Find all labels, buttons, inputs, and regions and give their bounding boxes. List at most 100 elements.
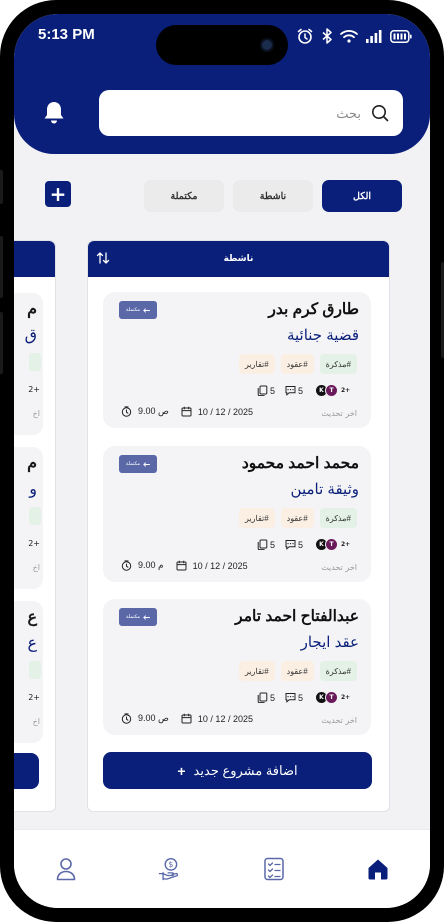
- status-badge-label: مكتملة: [125, 461, 141, 467]
- avatar-group[interactable]: K T 2+: [315, 691, 350, 704]
- bottom-nav: $: [14, 829, 430, 908]
- app-header: 5:13 PM: [14, 14, 430, 154]
- more-members-count: 2+: [341, 694, 351, 701]
- adjacent-card-type: ق: [24, 327, 37, 344]
- volume-down-button: [0, 312, 3, 374]
- adjacent-card-tag: [29, 661, 41, 679]
- nav-finance-icon[interactable]: $: [158, 856, 182, 882]
- avatar: T: [325, 691, 338, 704]
- last-updated-datetime: 9.00 ص 10 / 12 / 2025: [121, 713, 253, 724]
- adjacent-card-name: ع: [27, 609, 37, 626]
- comment-icon: [285, 540, 296, 550]
- comments-count[interactable]: 5: [285, 539, 303, 550]
- tab-completed[interactable]: مكتملة: [144, 180, 224, 212]
- add-button[interactable]: +: [45, 181, 71, 207]
- status-badge-label: مكتملة: [125, 614, 141, 620]
- files-icon: [257, 692, 268, 703]
- tag[interactable]: #تقارير: [239, 508, 275, 528]
- adjacent-card-more: 2+: [28, 539, 40, 548]
- project-card[interactable]: مكتملة محمد احمد محمود وثيقة تامين #مذكر…: [103, 446, 371, 582]
- nav-home-icon[interactable]: [366, 856, 390, 882]
- adjacent-card-type: و: [29, 481, 37, 498]
- column-header: ناشطة: [88, 241, 389, 277]
- files-count[interactable]: 5: [257, 692, 275, 703]
- adjacent-card[interactable]: م ق 2+ اخ: [14, 293, 43, 435]
- adjacent-card[interactable]: ع ع 2+ اخ: [14, 601, 43, 743]
- svg-text:$: $: [168, 860, 173, 869]
- notification-bell-icon[interactable]: [42, 100, 66, 126]
- clock-icon: [121, 713, 132, 724]
- adjacent-column: م ق 2+ اخ م و 2+ اخ ع ع 2+ اخ: [14, 240, 56, 812]
- files-count[interactable]: 5: [257, 385, 275, 396]
- avatar-group[interactable]: K T 2+: [315, 538, 350, 551]
- column-title: ناشطة: [223, 254, 254, 264]
- adjacent-card-more: 2+: [28, 693, 40, 702]
- action-button: [0, 170, 3, 204]
- update-time: 9.00 ص: [138, 406, 169, 416]
- search-bar: [99, 90, 403, 136]
- tag[interactable]: #عقود: [280, 661, 314, 681]
- wifi-icon: [340, 30, 358, 43]
- comments-count-value: 5: [298, 692, 304, 703]
- signal-icon: [366, 29, 382, 43]
- adjacent-column-header: [14, 241, 55, 277]
- more-members-count: 2+: [341, 541, 351, 548]
- comment-icon: [285, 386, 296, 396]
- calendar-icon: [181, 713, 192, 724]
- clock-icon: [121, 406, 132, 417]
- phone-frame: 5:13 PM + مكتملة ناشطة الكل: [0, 0, 444, 922]
- update-date: 10 / 12 / 2025: [197, 406, 253, 417]
- tab-active[interactable]: ناشطة: [233, 180, 313, 212]
- comments-count-value: 5: [298, 539, 304, 550]
- status-badge[interactable]: مكتملة: [119, 608, 157, 626]
- tab-all[interactable]: الكل: [322, 180, 402, 212]
- tag[interactable]: #مذكرة: [319, 508, 357, 528]
- volume-up-button: [0, 236, 3, 298]
- tag[interactable]: #مذكرة: [319, 661, 357, 681]
- front-camera: [260, 38, 274, 52]
- update-date: 10 / 12 / 2025: [197, 713, 253, 724]
- search-input[interactable]: [161, 105, 361, 121]
- client-name: طارق كرم بدر: [268, 301, 359, 318]
- tag-list: #مذكرة #عقود #تقارير: [239, 661, 357, 681]
- files-icon: [257, 385, 268, 396]
- files-count[interactable]: 5: [257, 539, 275, 550]
- adjacent-add-button[interactable]: [14, 753, 39, 789]
- calendar-icon: [176, 560, 187, 571]
- tag[interactable]: #تقارير: [239, 661, 275, 681]
- tag[interactable]: #عقود: [280, 354, 314, 374]
- nav-profile-icon[interactable]: [54, 856, 78, 882]
- adjacent-card-updated: اخ: [32, 717, 40, 726]
- nav-tasks-icon[interactable]: [262, 856, 286, 882]
- files-count-value: 5: [270, 539, 276, 550]
- project-type: قضية جنائية: [286, 327, 359, 344]
- status-icons: [296, 27, 412, 45]
- update-time: 9.00 م: [138, 560, 164, 570]
- add-project-button[interactable]: + اضافة مشروع جديد: [103, 752, 372, 789]
- tag[interactable]: #عقود: [280, 508, 314, 528]
- last-updated-datetime: 9.00 ص 10 / 12 / 2025: [121, 406, 253, 417]
- avatar-group[interactable]: K T 2+: [315, 384, 350, 397]
- project-card[interactable]: مكتملة طارق كرم بدر قضية جنائية #مذكرة #…: [103, 292, 371, 428]
- more-members-count: 2+: [341, 387, 351, 394]
- search-icon[interactable]: [371, 104, 389, 122]
- project-type: عقد ايجار: [300, 634, 359, 651]
- tag[interactable]: #تقارير: [239, 354, 275, 374]
- comments-count[interactable]: 5: [285, 385, 303, 396]
- comment-icon: [285, 693, 296, 703]
- update-time: 9.00 ص: [138, 713, 169, 723]
- arrow-left-icon: [143, 461, 151, 467]
- adjacent-card[interactable]: م و 2+ اخ: [14, 447, 43, 589]
- comments-count[interactable]: 5: [285, 692, 303, 703]
- status-badge[interactable]: مكتملة: [119, 455, 157, 473]
- sort-icon[interactable]: [96, 251, 110, 265]
- tag[interactable]: #مذكرة: [319, 354, 357, 374]
- last-updated-datetime: 9.00 م 10 / 12 / 2025: [121, 560, 248, 571]
- alarm-icon: [297, 28, 313, 44]
- status-time: 5:13 PM: [38, 26, 95, 43]
- client-name: محمد احمد محمود: [241, 455, 359, 472]
- update-date: 10 / 12 / 2025: [192, 560, 248, 571]
- add-project-label: اضافة مشروع جديد: [193, 762, 298, 778]
- project-card[interactable]: مكتملة عبدالفتاح احمد تامر عقد ايجار #مذ…: [103, 599, 371, 735]
- status-badge[interactable]: مكتملة: [119, 301, 157, 319]
